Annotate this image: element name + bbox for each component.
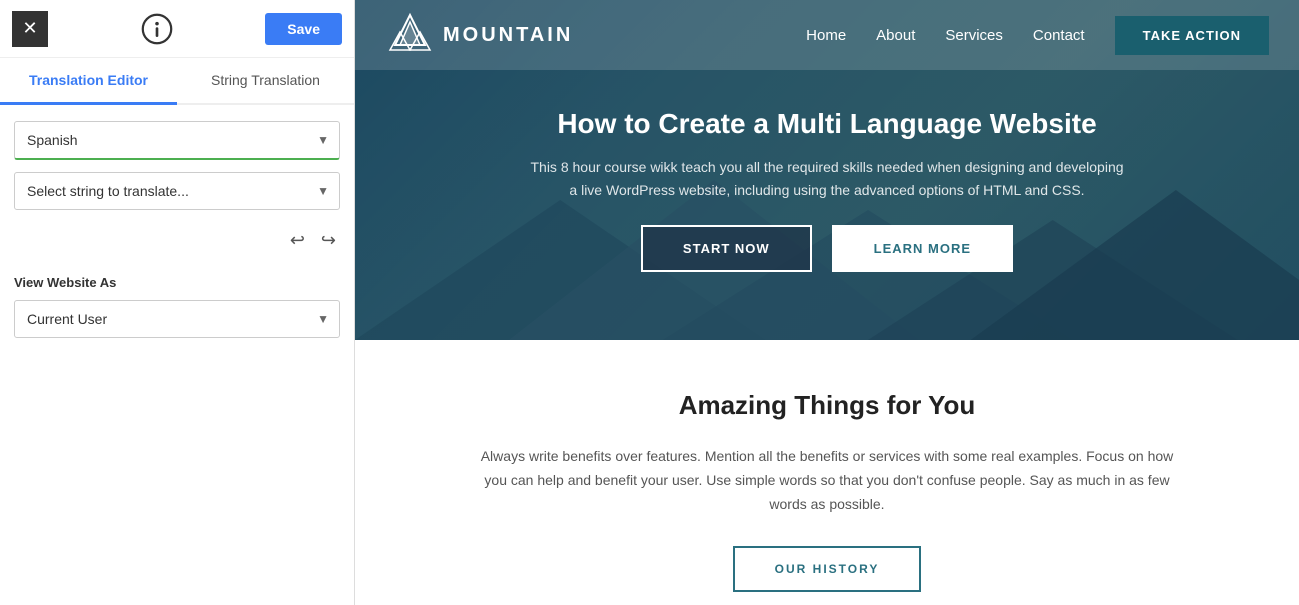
- nav-link-contact[interactable]: Contact: [1033, 27, 1085, 44]
- website-preview: MOUNTAIN Home About Services Contact TAK…: [355, 0, 1299, 605]
- tab-string-translation[interactable]: String Translation: [177, 58, 354, 105]
- site-logo: MOUNTAIN: [385, 10, 573, 60]
- redo-button[interactable]: ↪: [317, 226, 340, 255]
- view-website-as-section: View Website As Current User Guest Admin…: [0, 275, 354, 338]
- language-select-wrapper: Spanish French German Italian Portuguese…: [14, 121, 340, 160]
- logo-svg: [385, 10, 435, 60]
- tab-translation-editor[interactable]: Translation Editor: [0, 58, 177, 105]
- panel-header: ✕ Save: [0, 0, 354, 58]
- amazing-body: Always write benefits over features. Men…: [477, 445, 1177, 516]
- undo-redo-controls: ↩ ↪: [14, 222, 340, 259]
- tabs-container: Translation Editor String Translation: [0, 58, 354, 105]
- hero-subtitle: This 8 hour course wikk teach you all th…: [527, 156, 1127, 201]
- nav-link-about[interactable]: About: [876, 27, 915, 44]
- nav-cta-button[interactable]: TAKE ACTION: [1115, 16, 1269, 55]
- nav-link-home[interactable]: Home: [806, 27, 846, 44]
- hero-buttons: START NOW LEARN MORE: [641, 225, 1013, 272]
- nav-link-services[interactable]: Services: [945, 27, 1003, 44]
- view-as-select-wrapper: Current User Guest Admin ▼: [14, 300, 340, 338]
- language-select[interactable]: Spanish French German Italian Portuguese: [15, 122, 339, 158]
- view-as-select[interactable]: Current User Guest Admin: [15, 301, 339, 337]
- info-button[interactable]: [137, 9, 177, 49]
- string-select-wrapper: Select string to translate... ▼: [14, 172, 340, 210]
- string-select[interactable]: Select string to translate...: [15, 173, 339, 209]
- left-panel: ✕ Save Translation Editor String Transla…: [0, 0, 355, 605]
- save-button[interactable]: Save: [265, 13, 342, 45]
- logo-text: MOUNTAIN: [443, 24, 573, 47]
- learn-more-button[interactable]: LEARN MORE: [832, 225, 1013, 272]
- panel-body: Spanish French German Italian Portuguese…: [0, 105, 354, 275]
- start-now-button[interactable]: START NOW: [641, 225, 812, 272]
- close-button[interactable]: ✕: [12, 11, 48, 47]
- site-nav: MOUNTAIN Home About Services Contact TAK…: [355, 0, 1299, 70]
- our-history-button[interactable]: OUR HISTORY: [733, 546, 922, 592]
- hero-title: How to Create a Multi Language Website: [557, 108, 1096, 140]
- hero-section: MOUNTAIN Home About Services Contact TAK…: [355, 0, 1299, 340]
- view-website-as-label: View Website As: [14, 275, 340, 290]
- amazing-heading: Amazing Things for You: [415, 390, 1239, 421]
- nav-links: Home About Services Contact TAKE ACTION: [806, 16, 1269, 55]
- amazing-section: Amazing Things for You Always write bene…: [355, 340, 1299, 605]
- undo-button[interactable]: ↩: [286, 226, 309, 255]
